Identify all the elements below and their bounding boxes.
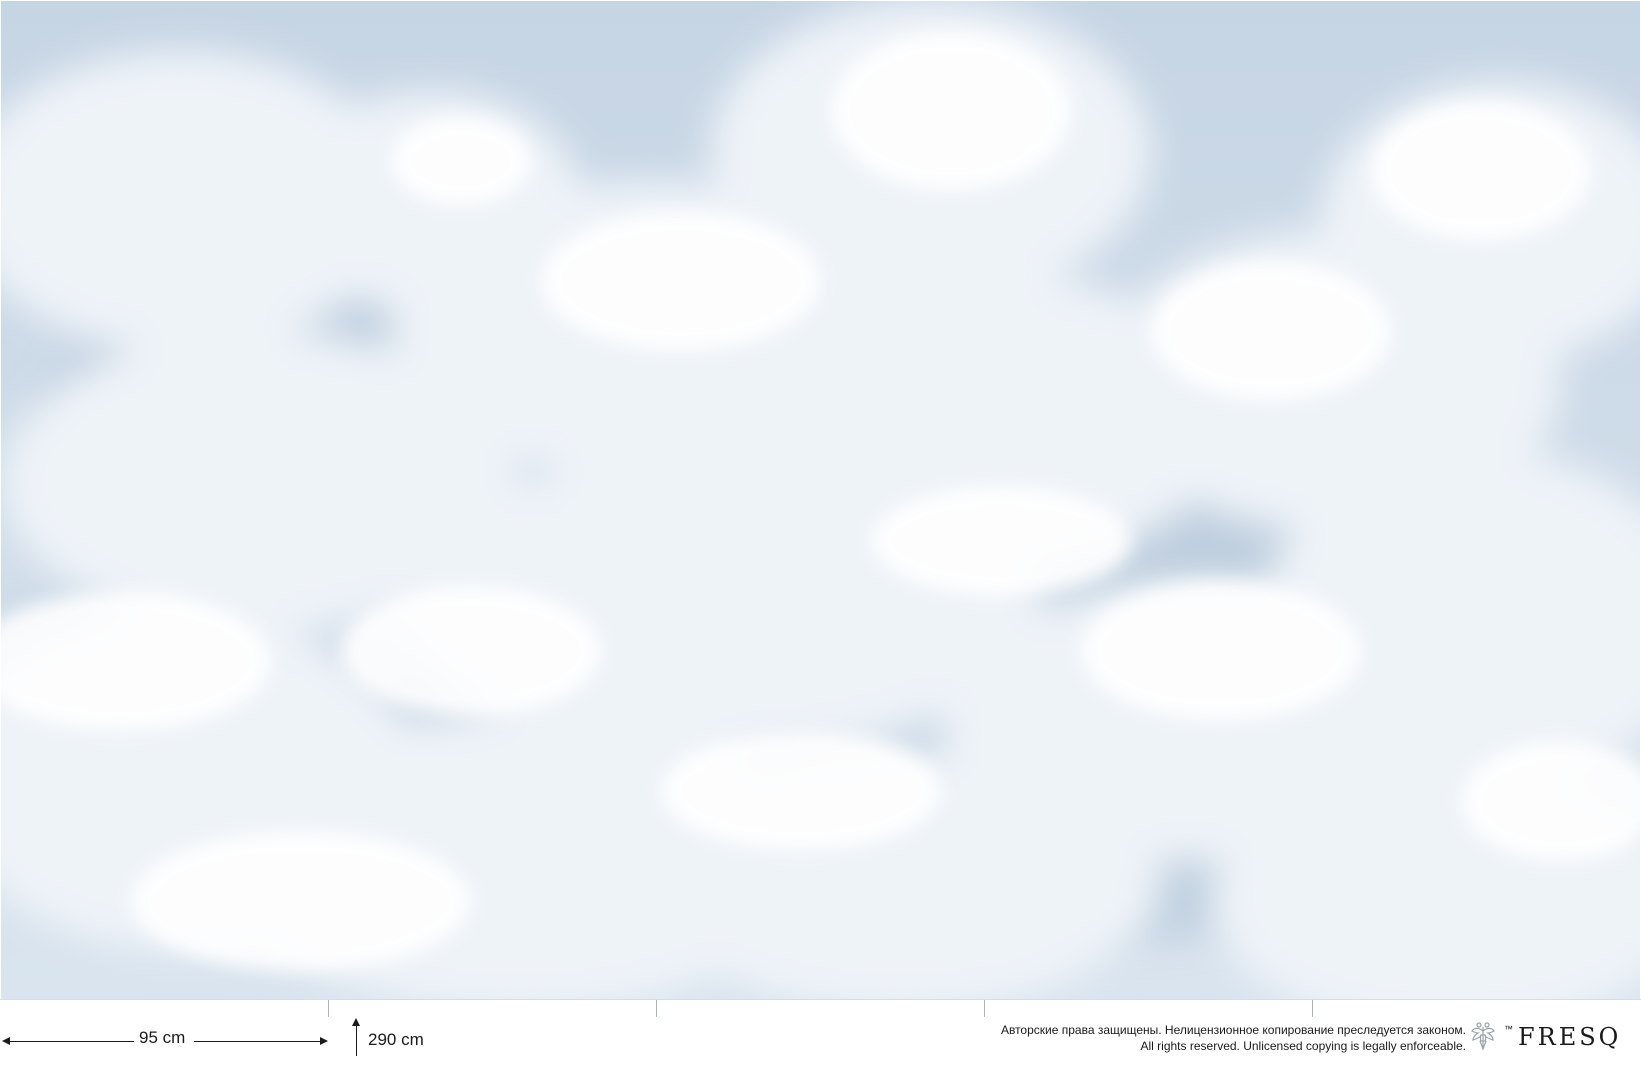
- right-arrow-icon: [320, 1037, 328, 1045]
- panel-divider-tick: [984, 1000, 985, 1017]
- info-strip: 95 cm 290 cm Авторские права защищены. Н…: [0, 999, 1641, 1075]
- double-headed-eagle-icon: [1469, 1021, 1497, 1051]
- page: 95 cm 290 cm Авторские права защищены. Н…: [0, 0, 1641, 1075]
- width-dimension-line: [194, 1041, 320, 1042]
- copyright-line-ru: Авторские права защищены. Нелицензионное…: [1000, 1023, 1466, 1037]
- panel-divider-tick: [656, 1000, 657, 1017]
- copyright-line-en: All rights reserved. Unlicensed copying …: [1140, 1039, 1467, 1053]
- cloud-mural-image: [1, 1, 1640, 999]
- height-label: 290 cm: [368, 1030, 424, 1049]
- copyright-notice: Авторские права защищены. Нелицензионное…: [1001, 1022, 1466, 1054]
- height-dimension-line: [356, 1024, 357, 1056]
- panel-divider-tick: [328, 1000, 329, 1017]
- panel-width-label: 95 cm: [139, 1028, 186, 1047]
- cloud-artwork: [1, 1, 1640, 999]
- width-dimension-line: [8, 1041, 134, 1042]
- panel-divider-tick: [1312, 1000, 1313, 1017]
- trademark-symbol: ™: [1504, 1024, 1513, 1034]
- brand-logo: FRESQ: [1518, 1023, 1622, 1051]
